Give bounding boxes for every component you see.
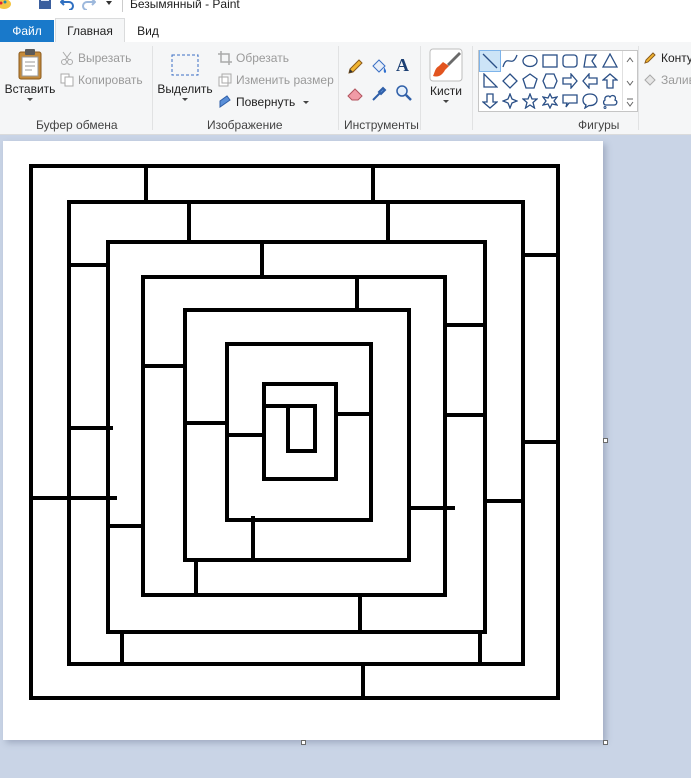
rotate-button[interactable]: Повернуть [218, 93, 309, 111]
shape-polygon[interactable] [580, 51, 600, 71]
brushes-dropdown-arrow[interactable] [443, 100, 449, 103]
shape-up-arrow[interactable] [600, 71, 620, 91]
rotate-dropdown-arrow [302, 101, 309, 104]
fill-bucket-icon[interactable] [370, 58, 388, 76]
resize-icon [218, 73, 232, 87]
cut-label: Вырезать [78, 51, 132, 65]
redo-icon[interactable] [82, 0, 97, 15]
shape-oval-callout[interactable] [580, 91, 600, 111]
rotate-label: Повернуть [236, 95, 296, 109]
cut-button[interactable]: Вырезать [60, 49, 131, 67]
tab-home[interactable]: Главная [55, 18, 125, 43]
shapes-gallery [478, 50, 638, 112]
shape-rect-callout[interactable] [560, 91, 580, 111]
shape-pentagon[interactable] [520, 71, 540, 91]
undo-icon[interactable] [59, 0, 74, 15]
brushes-label: Кисти [430, 84, 462, 98]
brushes-button[interactable]: Кисти [424, 48, 468, 103]
shape-diamond[interactable] [500, 71, 520, 91]
select-label: Выделить [157, 82, 213, 96]
clipboard-group-label: Буфер обмена [36, 118, 118, 132]
select-button[interactable]: Выделить [157, 50, 213, 101]
window-title: Безымянный - Paint [130, 0, 240, 11]
tab-file[interactable]: Файл [0, 20, 54, 42]
fill-label: Залив [661, 73, 691, 87]
outline-button[interactable]: Конту [643, 49, 691, 67]
shape-right-arrow[interactable] [560, 71, 580, 91]
tools-group-label: Инструменты [344, 118, 419, 132]
shape-four-point-star[interactable] [500, 91, 520, 111]
shapes-group-label: Фигуры [578, 118, 620, 132]
ribbon-home: Вставить Вырезать Копировать Буфер обмен… [0, 42, 691, 135]
shape-cloud-callout[interactable] [600, 91, 620, 111]
crop-label: Обрезать [236, 51, 289, 65]
pencil-icon[interactable] [346, 58, 364, 76]
rotate-icon [218, 95, 232, 109]
tab-view[interactable]: Вид [128, 20, 168, 42]
scissors-icon [60, 51, 74, 65]
group-separator [638, 46, 639, 130]
shape-triangle[interactable] [600, 51, 620, 71]
eraser-icon[interactable] [346, 84, 364, 102]
shape-curve[interactable] [500, 51, 520, 71]
copy-icon [60, 73, 74, 87]
resize-button[interactable]: Изменить размер [218, 71, 334, 89]
shape-line[interactable] [479, 50, 501, 72]
resize-label: Изменить размер [236, 73, 334, 87]
text-tool-icon[interactable]: A [396, 55, 409, 76]
drawing-canvas[interactable] [3, 141, 603, 740]
customize-quick-access-icon[interactable] [104, 0, 114, 15]
group-separator [152, 46, 153, 130]
shape-down-arrow[interactable] [480, 91, 500, 111]
copy-button[interactable]: Копировать [60, 71, 143, 89]
select-dropdown-arrow[interactable] [182, 98, 188, 101]
paste-label: Вставить [4, 82, 56, 96]
crop-button[interactable]: Обрезать [218, 49, 289, 67]
shape-hexagon[interactable] [540, 71, 560, 91]
shape-rectangle[interactable] [540, 51, 560, 71]
canvas-resize-handle-right[interactable] [603, 438, 608, 443]
title-divider [122, 0, 123, 12]
image-group-label: Изображение [207, 118, 283, 132]
crop-icon [218, 51, 232, 65]
select-rectangle-icon [170, 50, 200, 80]
shape-five-point-star[interactable] [520, 91, 540, 111]
magnifier-icon[interactable] [395, 84, 413, 102]
fill-icon [643, 73, 657, 87]
copy-label: Копировать [78, 73, 143, 87]
shape-rounded-rectangle[interactable] [560, 51, 580, 71]
title-bar: Безымянный - Paint [0, 0, 691, 16]
shapes-gallery-scrollbar[interactable] [622, 51, 637, 110]
paint-app-icon[interactable] [0, 0, 12, 15]
ribbon-tabs: Файл Главная Вид [0, 16, 691, 43]
canvas-resize-handle-bottom[interactable] [301, 740, 306, 745]
group-separator [420, 46, 421, 130]
paste-button[interactable]: Вставить [4, 48, 56, 101]
paste-dropdown-arrow[interactable] [27, 98, 33, 101]
group-separator [338, 46, 339, 130]
shape-oval[interactable] [520, 51, 540, 71]
outline-pen-icon [643, 51, 657, 65]
canvas-resize-handle-corner[interactable] [603, 740, 608, 745]
maze-drawing [29, 164, 560, 700]
outline-label: Конту [661, 51, 691, 65]
group-separator [472, 46, 473, 130]
clipboard-icon [17, 48, 43, 80]
brush-icon [429, 48, 463, 82]
shape-right-triangle[interactable] [480, 71, 500, 91]
shape-six-point-star[interactable] [540, 91, 560, 111]
shape-left-arrow[interactable] [580, 71, 600, 91]
save-icon[interactable] [38, 0, 52, 15]
fill-button[interactable]: Залив [643, 71, 691, 89]
color-picker-icon[interactable] [370, 84, 388, 102]
